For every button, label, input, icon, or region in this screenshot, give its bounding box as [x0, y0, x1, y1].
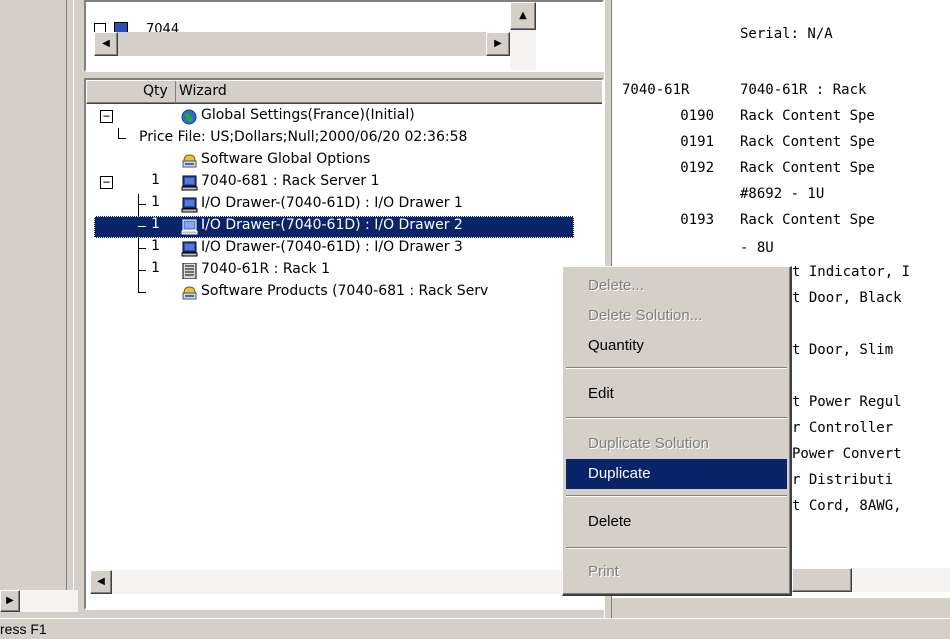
tree-connector	[118, 128, 126, 139]
tree-row-label: I/O Drawer-(7040-61D) : I/O Drawer 1	[201, 195, 463, 211]
report-line: t Power Regul	[792, 394, 902, 410]
scroll-up-button[interactable]: ▲	[510, 2, 536, 30]
menu-item-delete[interactable]: Delete	[566, 507, 787, 537]
software-package-icon	[181, 153, 198, 169]
column-header-qty[interactable]: Qty	[143, 83, 168, 99]
report-line: r Controller	[792, 420, 894, 436]
report-line: Rack Content Spe	[740, 108, 875, 124]
report-line: #8692 - 1U	[740, 186, 825, 202]
tree-row[interactable]: Software Global Options	[86, 150, 602, 172]
collapse-box-icon[interactable]: −	[100, 176, 113, 189]
menu-item-duplicate[interactable]: Duplicate	[566, 459, 787, 489]
menu-item-delete-solution[interactable]: Delete Solution...	[566, 301, 787, 331]
menu-separator	[566, 547, 787, 549]
tree-row[interactable]: − Global Settings(France)(Initial)	[86, 106, 602, 128]
menu-item-print[interactable]: Print	[566, 557, 787, 587]
tree-connector	[138, 248, 146, 249]
software-package-icon	[181, 285, 198, 301]
tree-row[interactable]: 1 I/O Drawer-(7040-61D) : I/O Drawer 1	[86, 194, 602, 216]
report-line: Power Convert	[792, 446, 902, 462]
report-code: 0191	[680, 134, 714, 150]
report-line: t Door, Black	[792, 290, 902, 306]
scroll-left-button[interactable]: ◀	[90, 570, 112, 594]
rack-icon	[181, 262, 198, 280]
tree-row-label: Software Products (7040-681 : Rack Serv	[201, 283, 489, 299]
tree-row-label: Price File: US;Dollars;Null;2000/06/20 0…	[139, 129, 468, 145]
tree-row-label: 7040-61R : Rack 1	[201, 261, 331, 277]
report-hscroll-thumb[interactable]	[792, 568, 852, 592]
report-line: t Door, Slim	[792, 342, 894, 358]
tree-row[interactable]: 1 I/O Drawer-(7040-61D) : I/O Drawer 3	[86, 238, 602, 260]
tree-row[interactable]: − 1 7040-681 : Rack Server 1	[86, 172, 602, 194]
tree-row-label: I/O Drawer-(7040-61D) : I/O Drawer 3	[201, 239, 463, 255]
tree-connector	[138, 270, 146, 271]
report-line: Rack Content Spe	[740, 212, 875, 228]
context-menu: Delete... Delete Solution... Quantity Ed…	[562, 266, 792, 596]
report-line: - 8U	[740, 240, 774, 256]
report-line: Rack Content Spe	[740, 160, 875, 176]
menu-item-quantity[interactable]: Quantity	[566, 331, 787, 361]
wizard-tree: Qty Wizard − Global Settings(France)(Ini…	[86, 80, 602, 608]
wizard-tree-pane: Qty Wizard − Global Settings(France)(Ini…	[84, 78, 604, 610]
report-line: Serial: N/A	[740, 26, 833, 42]
left-splitter[interactable]	[66, 0, 74, 598]
report-code: 0190	[680, 108, 714, 124]
scroll-right-button[interactable]: ▶	[486, 32, 510, 56]
drawer-icon	[181, 197, 198, 213]
column-header-wizard[interactable]: Wizard	[179, 83, 227, 99]
server-icon	[181, 175, 198, 191]
menu-item-delete-ellipsis[interactable]: Delete...	[566, 271, 787, 301]
tree-connector	[138, 226, 146, 227]
left-gutter	[0, 0, 66, 620]
status-bar: ress F1	[0, 618, 950, 639]
menu-item-edit[interactable]: Edit	[566, 379, 787, 409]
column-header-divider	[175, 81, 176, 103]
tree-row-selected[interactable]: 1 I/O Drawer-(7040-61D) : I/O Drawer 2	[86, 216, 602, 238]
tree-header: Qty Wizard	[86, 80, 602, 104]
tree-row[interactable]: Software Products (7040-681 : Rack Serv	[86, 282, 602, 304]
top-hscroll-track[interactable]	[118, 32, 488, 56]
top-vscroll-track[interactable]	[510, 30, 536, 70]
tree-row[interactable]: Price File: US;Dollars;Null;2000/06/20 0…	[86, 128, 602, 150]
globe-icon	[181, 109, 198, 125]
tree-row-label: Software Global Options	[201, 151, 371, 167]
report-line: t Indicator, I	[792, 264, 911, 280]
scroll-right-button-outer[interactable]: ▶	[0, 590, 20, 612]
menu-item-duplicate-solution[interactable]: Duplicate Solution	[566, 429, 787, 459]
menu-separator	[566, 367, 787, 369]
tree-row[interactable]: 1 7040-61R : Rack 1	[86, 260, 602, 282]
menu-separator	[566, 495, 787, 497]
report-line: t Cord, 8AWG,	[792, 498, 902, 514]
report-code: 0192	[680, 160, 714, 176]
drawer-icon	[181, 219, 198, 235]
report-line: r Distributi	[792, 472, 894, 488]
status-text: ress F1	[0, 621, 47, 637]
report-code: 7040-61R	[622, 82, 690, 98]
report-line: Rack Content Spe	[740, 134, 875, 150]
tree-connector	[138, 282, 146, 293]
report-code: 0193	[680, 212, 714, 228]
tree-hscroll-track[interactable]	[112, 570, 582, 594]
tree-row-label: Global Settings(France)(Initial)	[201, 107, 415, 123]
menu-separator	[566, 417, 787, 419]
top-tree-pane: 7044 ▲ ◀ ▶	[84, 0, 604, 72]
report-line: 7040-61R : Rack	[740, 82, 867, 98]
outer-scrollbar-track[interactable]	[20, 590, 78, 612]
scroll-left-button[interactable]: ◀	[94, 32, 118, 56]
tree-connector	[138, 204, 146, 205]
tree-row-label: 7040-681 : Rack Server 1	[201, 173, 380, 189]
collapse-box-icon[interactable]: −	[100, 110, 113, 123]
tree-row-label: I/O Drawer-(7040-61D) : I/O Drawer 2	[201, 217, 463, 233]
drawer-icon	[181, 241, 198, 257]
